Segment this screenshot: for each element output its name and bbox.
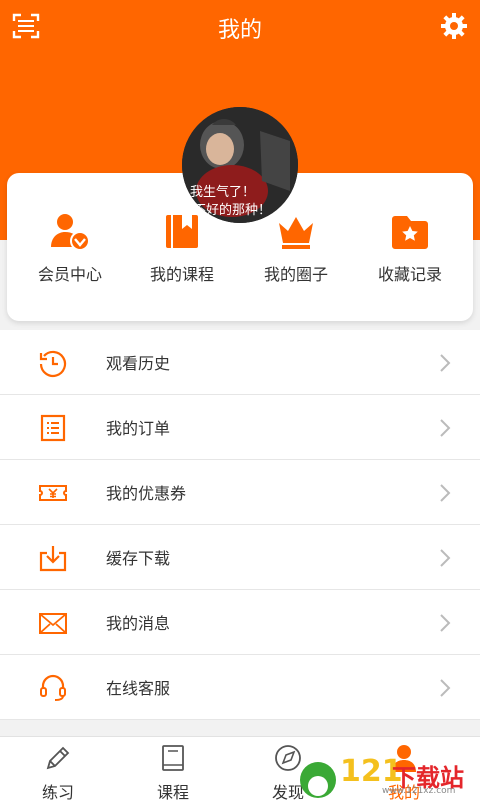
favorite-folder-icon — [392, 216, 428, 249]
chevron-right-icon — [440, 614, 451, 632]
menu-item-label: 我的订单 — [106, 419, 171, 438]
course-book-icon — [162, 745, 184, 771]
shortcut-label: 会员中心 — [37, 265, 102, 284]
menu-item-label: 在线客服 — [106, 679, 171, 698]
menu-item-label: 我的消息 — [106, 614, 171, 633]
chevron-right-icon — [440, 484, 451, 502]
crown-icon — [279, 217, 313, 249]
menu-item-cache-download[interactable]: 缓存下载 — [0, 525, 480, 590]
tab-practice[interactable]: 练习 — [8, 743, 108, 800]
shortcut-label: 收藏记录 — [377, 265, 442, 284]
gear-icon[interactable] — [440, 12, 468, 40]
order-icon — [40, 414, 66, 442]
menu-item-label: 我的优惠券 — [106, 484, 187, 503]
shortcut-my-circle[interactable]: 我的圈子 — [238, 213, 354, 285]
tab-label: 课程 — [156, 783, 189, 800]
shortcut-label: 我的课程 — [149, 265, 214, 284]
chevron-right-icon — [440, 679, 451, 697]
avatar-caption-line1: 我生气了！ — [190, 185, 256, 200]
chevron-right-icon — [440, 419, 451, 437]
shortcut-my-courses[interactable]: 我的课程 — [124, 213, 240, 285]
menu-list: 观看历史 我的订单 我的优惠券 缓存下载 我的消息 在线客服 — [0, 330, 480, 720]
shortcut-label: 我的圈子 — [263, 265, 328, 284]
menu-item-my-coupons[interactable]: 我的优惠券 — [0, 460, 480, 525]
menu-item-label: 观看历史 — [106, 354, 171, 373]
member-icon — [51, 214, 90, 251]
menu-item-my-orders[interactable]: 我的订单 — [0, 395, 480, 460]
headset-icon — [40, 674, 66, 701]
chevron-right-icon — [440, 354, 451, 372]
mail-icon — [39, 613, 67, 634]
book-icon — [166, 215, 198, 248]
watermark-logo: 121 下载站 www.121xz.com — [296, 754, 480, 800]
avatar[interactable]: 我生气了！ 是不好的那种！ — [182, 107, 298, 223]
menu-item-online-service[interactable]: 在线客服 — [0, 655, 480, 720]
history-icon — [39, 350, 67, 378]
page-title: 我的 — [217, 18, 262, 43]
tab-label: 练习 — [41, 783, 74, 800]
menu-item-my-messages[interactable]: 我的消息 — [0, 590, 480, 655]
download-icon — [39, 546, 67, 572]
avatar-caption-line2: 是不好的那种！ — [182, 203, 272, 218]
shortcut-member-center[interactable]: 会员中心 — [12, 213, 128, 285]
menu-item-watch-history[interactable]: 观看历史 — [0, 330, 480, 395]
tab-courses[interactable]: 课程 — [123, 743, 223, 800]
menu-item-label: 缓存下载 — [106, 549, 171, 568]
coupon-icon — [39, 485, 67, 501]
pencil-icon — [46, 746, 70, 770]
watermark-url: www.121xz.com — [382, 786, 456, 796]
shortcut-favorites[interactable]: 收藏记录 — [352, 213, 468, 285]
chevron-right-icon — [440, 549, 451, 567]
